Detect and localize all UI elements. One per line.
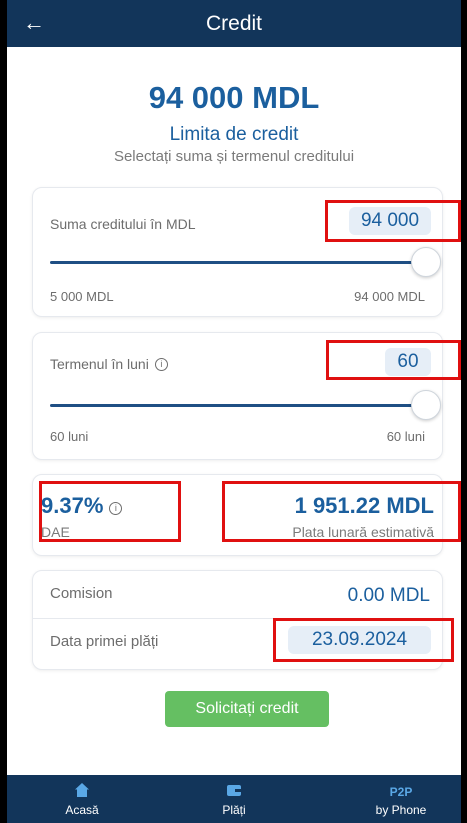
page-title: Credit bbox=[205, 12, 263, 35]
apply-credit-button[interactable]: Solicitați credit bbox=[165, 691, 329, 727]
nav-p2p-label: by Phone bbox=[375, 803, 427, 817]
nav-item-payments[interactable]: Plăți bbox=[174, 775, 294, 823]
term-slider-handle[interactable] bbox=[411, 390, 441, 420]
info-icon[interactable]: i bbox=[154, 358, 168, 371]
monthly-payment-label: Plata lunară estimativă bbox=[292, 524, 434, 540]
info-icon[interactable]: i bbox=[109, 502, 123, 515]
credit-amount: 94 000 MDL bbox=[148, 80, 320, 115]
amount-slider-track[interactable] bbox=[50, 261, 426, 264]
rate-card: 9.37% i DAE 1 951.22 MDL Plata lunară est… bbox=[32, 474, 443, 556]
credit-limit-label: Limita de credit bbox=[169, 124, 299, 145]
amount-max-label: 94 000 MDL bbox=[354, 289, 425, 304]
amount-min-label: 5 000 MDL bbox=[50, 289, 114, 304]
term-max-label: 60 luni bbox=[386, 429, 425, 444]
top-bar: ← Credit bbox=[7, 0, 461, 47]
commission-value: 0.00 MDL bbox=[347, 585, 430, 606]
term-card: Termenul în luni i 60 60 luni 60 luni bbox=[32, 332, 443, 460]
commission-label: Comision bbox=[50, 585, 113, 602]
amount-slider-handle[interactable] bbox=[411, 247, 441, 277]
nav-payments-label: Plăți bbox=[222, 803, 246, 817]
dae-label: DAE bbox=[41, 524, 70, 540]
dae-value: 9.37% bbox=[41, 493, 104, 518]
p2p-label: P2P bbox=[389, 785, 413, 799]
term-min-label: 60 luni bbox=[50, 429, 89, 444]
dae-value-group: 9.37% i bbox=[41, 493, 123, 519]
amount-value-input[interactable]: 94 000 bbox=[349, 207, 431, 235]
nav-item-home[interactable]: Acasă bbox=[22, 775, 142, 823]
amount-label: Suma creditului în MDL bbox=[50, 216, 196, 232]
term-label-group: Termenul în luni i bbox=[50, 356, 168, 372]
wallet-icon bbox=[174, 781, 294, 799]
monthly-payment-value: 1 951.22 MDL bbox=[294, 493, 434, 518]
amount-card: Suma creditului în MDL 94 000 5 000 MDL … bbox=[32, 187, 443, 317]
term-slider-track[interactable] bbox=[50, 404, 426, 407]
term-label: Termenul în luni bbox=[50, 356, 149, 372]
nav-home-label: Acasă bbox=[65, 803, 99, 817]
bottom-nav: Acasă Plăți P2P by Phone bbox=[7, 775, 461, 823]
home-icon bbox=[22, 781, 142, 799]
term-value-input[interactable]: 60 bbox=[385, 348, 431, 376]
first-payment-label: Data primei plăți bbox=[50, 633, 159, 650]
first-payment-date-input[interactable]: 23.09.2024 bbox=[288, 626, 431, 654]
details-card: Comision 0.00 MDL Data primei plăți 23.0… bbox=[32, 570, 443, 670]
nav-item-p2p[interactable]: P2P by Phone bbox=[341, 775, 461, 823]
app-screen: ← Credit 94 000 MDL Limita de credit Sel… bbox=[7, 0, 461, 823]
divider bbox=[33, 618, 442, 619]
credit-instructions: Selectați suma și termenul creditului bbox=[113, 148, 355, 165]
